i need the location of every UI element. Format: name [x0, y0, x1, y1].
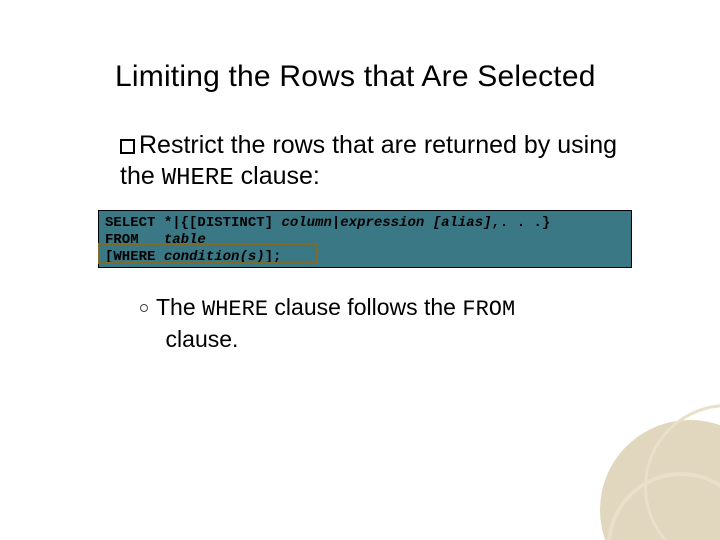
- where-end: ];: [265, 249, 282, 265]
- corner-circle-fill: [600, 420, 720, 540]
- corner-circle-ring-b: [644, 404, 720, 540]
- bullet2-e: clause.: [159, 326, 238, 352]
- where-pad: [155, 249, 163, 265]
- kw-from: FROM: [105, 232, 139, 248]
- corner-circle-ring-a: [607, 472, 720, 540]
- sql-syntax-box: SELECT *|{[DISTINCT] column|expression […: [98, 210, 632, 268]
- select-rest-a: *|{[DISTINCT]: [155, 215, 281, 231]
- bullet2-where: WHERE: [202, 297, 268, 322]
- kw-where: [WHERE: [105, 249, 155, 265]
- bullet-restrict-text-b: clause:: [234, 162, 320, 190]
- corner-decoration: [590, 430, 720, 540]
- slide-title: Limiting the Rows that Are Selected: [115, 60, 680, 94]
- where-condition: condition(s): [164, 249, 265, 265]
- slide: Limiting the Rows that Are Selected Rest…: [0, 0, 720, 540]
- from-table: table: [164, 232, 206, 248]
- square-bullet-icon: [120, 139, 135, 154]
- bullet2-a: The: [156, 294, 202, 320]
- bullet-follows: The WHERE clause follows the FROM clause…: [140, 293, 650, 354]
- ring-bullet-icon: [140, 304, 148, 312]
- select-alias: [alias]: [433, 215, 492, 231]
- from-pad: [139, 232, 164, 248]
- select-column-expr: column|expression: [281, 215, 432, 231]
- bullet2-c: clause follows the: [268, 294, 462, 320]
- kw-select: SELECT: [105, 215, 155, 231]
- bullet2-from: FROM: [462, 297, 515, 322]
- bullet-restrict-code: WHERE: [162, 165, 234, 192]
- bullet-restrict: Restrict the rows that are returned by u…: [120, 130, 650, 194]
- select-rest-d: ,. . .}: [492, 215, 551, 231]
